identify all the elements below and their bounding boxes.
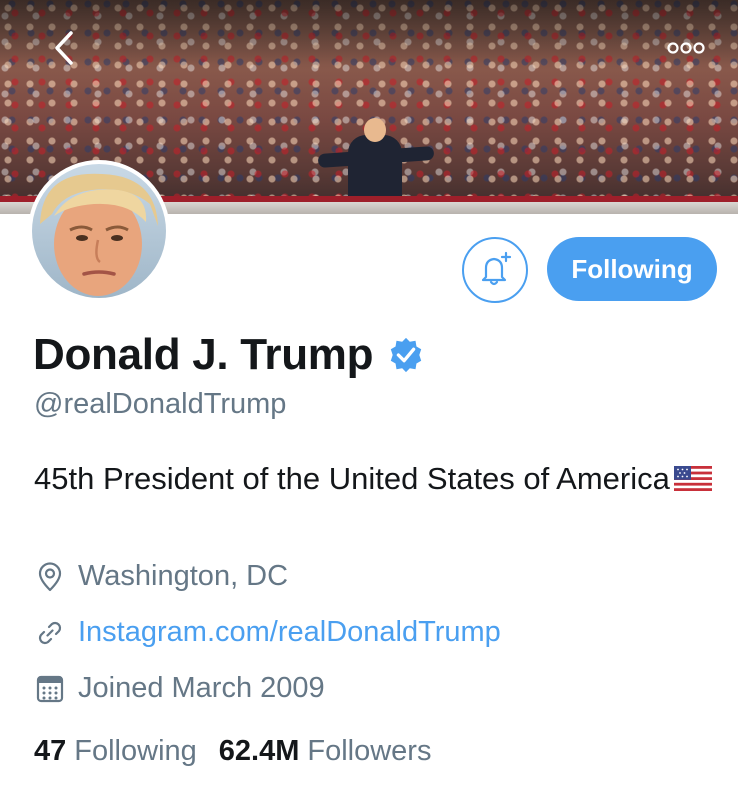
bell-plus-icon xyxy=(481,251,512,286)
profile-handle: @realDonaldTrump xyxy=(34,388,287,420)
location-pin-icon xyxy=(38,561,62,591)
following-button[interactable]: Following xyxy=(547,237,717,301)
following-count: 47 xyxy=(34,735,67,767)
followers-count: 62.4M xyxy=(218,735,300,767)
profile-name-row: Donald J. Trump xyxy=(33,327,425,383)
followers-stat[interactable]: 62.4M Followers xyxy=(219,735,432,768)
website-link[interactable]: Instagram.com/realDonaldTrump xyxy=(78,616,501,649)
more-horizontal-icon xyxy=(667,42,705,54)
link-icon xyxy=(38,621,62,644)
followers-label: Followers xyxy=(307,735,432,767)
profile-stats: 47 Following 62.4M Followers xyxy=(34,735,431,768)
us-flag-emoji xyxy=(673,466,712,491)
calendar-icon xyxy=(36,675,64,702)
chevron-left-icon xyxy=(55,31,73,65)
back-button[interactable] xyxy=(46,30,82,66)
location-text: Washington, DC xyxy=(78,560,289,592)
verified-badge-icon xyxy=(391,337,422,373)
bio-text: 45th President of the United States of A… xyxy=(34,461,670,496)
following-stat[interactable]: 47 Following xyxy=(34,735,197,768)
avatar[interactable] xyxy=(28,160,170,302)
profile-name: Donald J. Trump xyxy=(33,330,374,379)
profile-bio: 45th President of the United States of A… xyxy=(34,455,714,503)
profile-joined-date: Joined March 2009 xyxy=(34,672,325,705)
more-options-button[interactable] xyxy=(664,34,708,62)
profile-location: Washington, DC xyxy=(34,560,288,593)
profile-website[interactable]: Instagram.com/realDonaldTrump xyxy=(34,616,501,649)
notifications-button[interactable] xyxy=(462,237,528,303)
joined-text: Joined March 2009 xyxy=(78,672,325,704)
following-label: Following xyxy=(74,735,197,767)
